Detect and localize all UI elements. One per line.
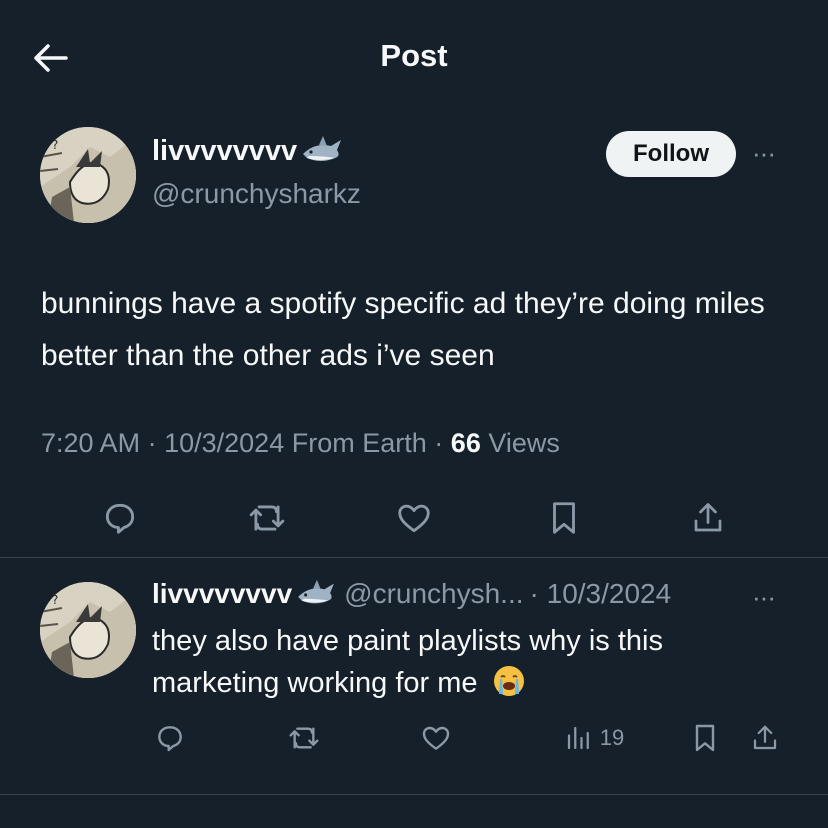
reply-date[interactable]: · 10/3/2024 (530, 578, 672, 610)
meta-separator: · (434, 428, 444, 458)
reply-views-count: 19 (599, 725, 625, 750)
avatar[interactable]: ? (40, 127, 136, 223)
reply-text: they also have paint playlists why is th… (152, 620, 792, 704)
post-actions (0, 498, 828, 538)
heart-icon (422, 726, 450, 750)
avatar-sketch-image: ? (40, 127, 136, 223)
divider (0, 794, 828, 795)
repost-button[interactable] (245, 498, 289, 538)
top-bar: Post (0, 0, 828, 118)
post-location: From Earth (291, 428, 427, 458)
reply-reply-button[interactable] (152, 720, 188, 756)
reply-avatar[interactable]: ? (40, 582, 136, 678)
views-count: 66 (450, 428, 481, 458)
reply-repost-button[interactable] (284, 720, 324, 756)
bookmark-button[interactable] (544, 498, 584, 538)
bookmark-icon (695, 724, 715, 752)
author-handle[interactable]: @crunchysharkz (152, 178, 361, 210)
reply-icon (158, 726, 182, 752)
heart-icon (398, 504, 430, 533)
reply-views-button[interactable]: 19 (554, 720, 634, 756)
share-button[interactable] (688, 498, 728, 538)
post-text: bunnings have a spotify specific ad they… (41, 287, 765, 372)
reply-bookmark-button[interactable] (688, 720, 722, 756)
svg-text:?: ? (52, 593, 58, 607)
reply-button[interactable] (100, 498, 140, 538)
reply-share-button[interactable] (748, 720, 782, 756)
shark-emoji-icon (303, 136, 342, 161)
reply-handle[interactable]: @crunchysh... (344, 578, 523, 610)
post-date[interactable]: 10/3/2024 (164, 428, 284, 458)
reply-actions: 19 (0, 720, 828, 756)
share-icon (753, 725, 777, 750)
analytics-icon (567, 726, 589, 750)
reply-author-name: livvvvvvvv (152, 578, 293, 609)
reply-icon (105, 503, 135, 534)
repost-icon (289, 727, 319, 749)
reply-text-body: they also have paint playlists why is th… (152, 625, 663, 699)
repost-icon (249, 505, 285, 531)
author-name: livvvvvvvv (152, 134, 298, 167)
reply-header: livvvvvvvv @crunchysh... · 10/3/2024 (152, 578, 671, 610)
like-button[interactable] (394, 498, 434, 538)
loudly-crying-face-emoji-icon (493, 666, 524, 696)
share-icon (694, 503, 722, 532)
divider (0, 557, 828, 558)
post-meta: 7:20 AM · 10/3/2024 From Earth · 66 View… (41, 428, 560, 459)
author-block: livvvvvvvv @crunchysharkz (152, 134, 361, 210)
shark-emoji-icon (298, 579, 335, 604)
post-time[interactable]: 7:20 AM (41, 428, 140, 458)
reply-like-button[interactable] (418, 720, 454, 756)
more-options-button[interactable]: ··· (752, 138, 776, 169)
views-label: Views (488, 428, 560, 458)
follow-button[interactable]: Follow (606, 131, 736, 177)
bookmark-icon (553, 502, 575, 534)
author-name-link[interactable]: livvvvvvvv (152, 134, 361, 168)
reply-more-options-button[interactable]: ··· (752, 582, 776, 613)
svg-text:?: ? (52, 138, 58, 152)
meta-separator: · (147, 428, 157, 458)
avatar-sketch-image: ? (40, 582, 136, 678)
page-title: Post (380, 38, 448, 73)
reply-author-link[interactable]: livvvvvvvv (152, 578, 336, 610)
